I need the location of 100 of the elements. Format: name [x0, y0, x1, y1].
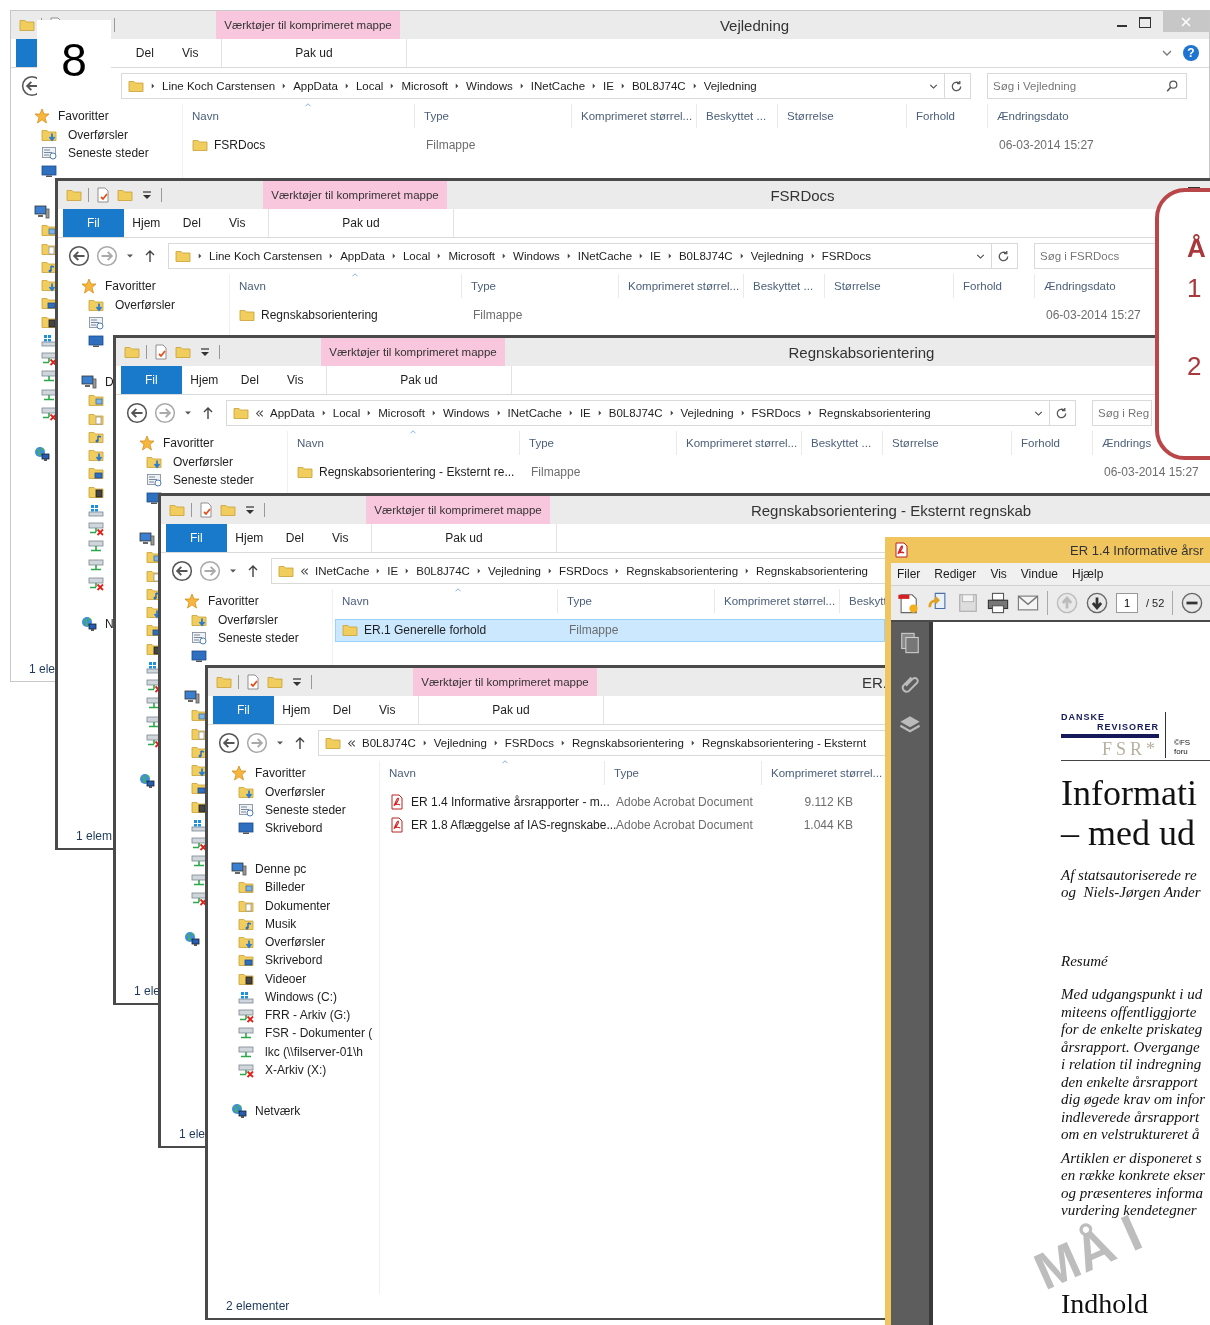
nav-item[interactable]: Overførsler	[11, 126, 128, 143]
column-header[interactable]: Navn	[297, 437, 324, 449]
breadcrumb[interactable]: INetCache	[530, 80, 586, 92]
breadcrumb[interactable]: INetCache	[577, 250, 633, 262]
nav-item[interactable]: FSR - Dokumenter (	[208, 1025, 373, 1042]
ribbon-tab[interactable]: Hjem	[181, 366, 228, 394]
breadcrumb[interactable]: FSRDocs	[504, 737, 554, 749]
nav-item[interactable]: Netværk	[208, 1102, 301, 1119]
nav-item[interactable]: Skrivebord	[208, 820, 323, 836]
breadcrumb[interactable]: Vejledning	[680, 407, 734, 419]
search-field[interactable]: Søg i Reg	[1092, 400, 1152, 426]
breadcrumb[interactable]: Vejledning	[433, 737, 487, 749]
contextual-ribbon-tab[interactable]: Pak ud	[326, 366, 512, 394]
contextual-ribbon-tab[interactable]: Pak ud	[418, 696, 604, 724]
column-header[interactable]: Komprimeret størrel...	[628, 280, 740, 292]
nav-item[interactable]: X-Arkiv (X:)	[208, 1061, 327, 1078]
maximize-icon[interactable]	[1139, 17, 1151, 28]
column-header[interactable]: Type	[567, 595, 592, 607]
search-field[interactable]: Søg i Vejledning	[987, 73, 1187, 99]
breadcrumb[interactable]: FSRDocs	[751, 407, 801, 419]
nav-item[interactable]: Seneste steder	[11, 144, 149, 161]
breadcrumb[interactable]: Regnskabsorientering	[572, 737, 684, 749]
column-header[interactable]: Type	[529, 437, 554, 449]
menu-item[interactable]: Filer	[897, 567, 921, 581]
close-button[interactable]	[1163, 11, 1209, 32]
file-row[interactable]: Regnskabsorientering Filmappe 06-03-2014 15:27	[232, 304, 1210, 327]
file-row[interactable]: ER 1.8 Aflæggelse af IAS-regnskabe...Adobe Acrobat Document 1.044 KB	[382, 813, 884, 836]
contextual-ribbon-tab[interactable]: Pak ud	[371, 524, 557, 552]
breadcrumb[interactable]: Regnskabsorientering - Eksternt	[701, 737, 867, 749]
breadcrumb[interactable]: B0L8J74C	[362, 737, 416, 749]
breadcrumb[interactable]: B0L8J74C	[678, 250, 733, 262]
nav-item[interactable]: lkc (\\filserver-01\h	[208, 1043, 364, 1060]
breadcrumb[interactable]: INetCache	[507, 407, 562, 419]
ribbon-tab[interactable]: Vis	[167, 39, 213, 67]
nav-item[interactable]: Windows (C:)	[208, 988, 337, 1005]
breadcrumb[interactable]: Microsoft	[448, 250, 496, 262]
breadcrumb[interactable]: AppData	[293, 80, 338, 92]
nav-item[interactable]: FRR - Arkiv (G:)	[208, 1007, 351, 1023]
breadcrumb[interactable]: FSRDocs	[559, 565, 609, 577]
breadcrumb[interactable]: Local	[355, 80, 384, 92]
file-tab[interactable]: Fil	[121, 366, 182, 394]
ribbon-tab[interactable]: Del	[169, 209, 215, 237]
column-header[interactable]: Navn	[239, 280, 266, 292]
ribbon-tab[interactable]: Vis	[214, 209, 260, 237]
breadcrumb[interactable]: Regnskabsorientering	[756, 565, 868, 577]
column-header[interactable]: Størrelse	[787, 110, 834, 122]
breadcrumb[interactable]: INetCache	[315, 565, 370, 577]
nav-item[interactable]: Favoritter	[161, 593, 259, 610]
breadcrumb[interactable]: IE	[387, 565, 399, 577]
address-bar[interactable]: AppData Local Microsoft Windows INetCache IE B0L8J74C Vejledning FSRDocs Regnskabsorientering	[226, 400, 1076, 426]
nav-item[interactable]: Favoritter	[11, 108, 109, 125]
breadcrumb[interactable]: Regnskabsorientering	[818, 407, 931, 419]
address-bar[interactable]: Line Koch Carstensen AppData Local Microsoft Windows INetCache IE B0L8J74C Vejledning	[121, 73, 971, 99]
breadcrumb[interactable]: Line Koch Carstensen	[162, 80, 276, 92]
breadcrumb[interactable]: Local	[402, 250, 431, 262]
breadcrumb[interactable]: Windows	[466, 80, 513, 92]
file-row[interactable]: ER 1.4 Informative årsrapporter - m... Adobe Acrobat Document 9.112 KB	[382, 791, 884, 814]
breadcrumb[interactable]: Line Koch Carstensen	[209, 250, 323, 262]
ribbon-tab[interactable]: Hjem	[273, 696, 320, 724]
nav-item[interactable]: Overførsler	[58, 296, 175, 313]
column-header[interactable]: Komprimeret størrel...	[581, 110, 693, 122]
breadcrumb[interactable]: IE	[650, 250, 661, 262]
breadcrumb[interactable]: Microsoft	[401, 80, 449, 92]
file-tab[interactable]: Fil	[213, 696, 274, 724]
contextual-ribbon-tab[interactable]: Pak ud	[221, 39, 407, 67]
ribbon-tab[interactable]: Del	[227, 366, 273, 394]
breadcrumb[interactable]: Windows	[442, 407, 490, 419]
column-header[interactable]: Navn	[342, 595, 369, 607]
nav-item[interactable]: Seneste steder	[161, 629, 299, 646]
nav-item[interactable]: Overførsler	[208, 934, 325, 950]
breadcrumb[interactable]: AppData	[270, 407, 315, 419]
column-header[interactable]: Komprimeret størrel...	[771, 767, 883, 779]
ribbon-tab[interactable]: Del	[272, 524, 318, 552]
breadcrumb[interactable]: AppData	[340, 250, 385, 262]
column-header[interactable]: Komprimeret størrel...	[724, 595, 836, 607]
help-button[interactable]: ?	[1183, 45, 1199, 61]
breadcrumb[interactable]: Vejledning	[487, 565, 541, 577]
breadcrumb[interactable]: FSRDocs	[821, 250, 871, 262]
column-header[interactable]: Beskyttet ...	[753, 280, 814, 292]
column-header[interactable]: Ændrings	[1102, 437, 1152, 449]
breadcrumb[interactable]: IE	[579, 407, 591, 419]
nav-item[interactable]: Favoritter	[116, 435, 214, 452]
ribbon-tab[interactable]: Vis	[317, 524, 363, 552]
column-header[interactable]: Beskyttet ...	[706, 110, 767, 122]
breadcrumb[interactable]: B0L8J74C	[631, 80, 686, 92]
breadcrumb[interactable]: Local	[332, 407, 361, 419]
nav-item[interactable]: Overførsler	[116, 453, 233, 470]
file-row[interactable]: Regnskabsorientering - Eksternt re... Filmappe 06-03-2014 15:27	[290, 461, 1210, 484]
ribbon-tab[interactable]: Vis	[364, 696, 410, 724]
nav-item[interactable]: Videoer	[208, 970, 307, 987]
nav-item[interactable]: Denne pc	[208, 861, 307, 877]
breadcrumb[interactable]: Vejledning	[750, 250, 804, 262]
menu-item[interactable]: Hjælp	[1072, 567, 1104, 581]
address-bar[interactable]: Line Koch Carstensen AppData Local Microsoft Windows INetCache IE B0L8J74C Vejledning FSRDocs	[168, 243, 1018, 269]
column-header[interactable]: Størrelse	[892, 437, 939, 449]
column-header[interactable]: Forhold	[963, 280, 1002, 292]
nav-item[interactable]: Favoritter	[58, 278, 156, 295]
ribbon-tab[interactable]: Hjem	[123, 209, 170, 237]
nav-item[interactable]: Dokumenter	[208, 897, 331, 914]
nav-item[interactable]: D	[58, 374, 114, 390]
